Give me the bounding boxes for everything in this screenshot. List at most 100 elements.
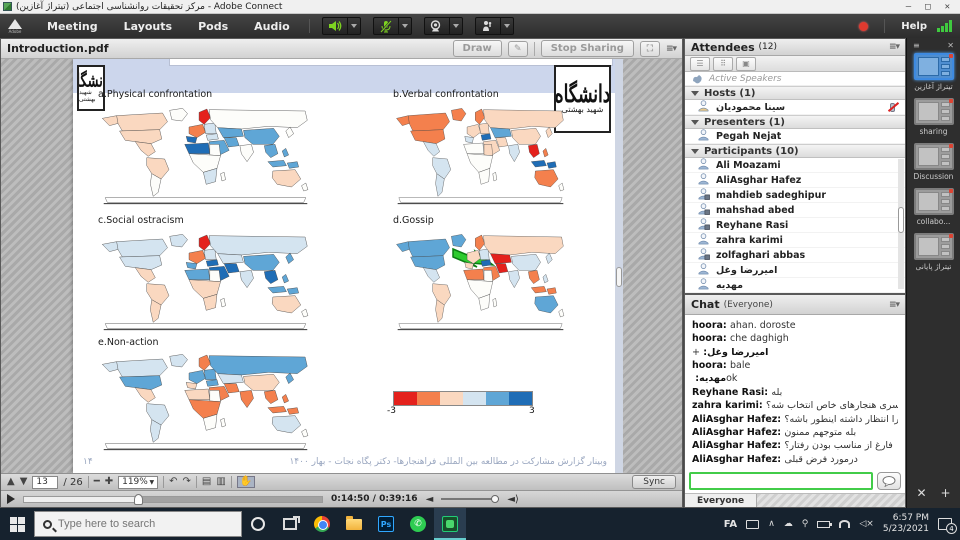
hidden-icons-chevron[interactable]: ∧: [768, 519, 775, 529]
menu-audio[interactable]: Audio: [241, 20, 303, 33]
start-button[interactable]: [0, 508, 34, 540]
attendees-pod-menu-icon[interactable]: ≡▾: [889, 42, 899, 52]
attendee-row[interactable]: zahra karimi: [685, 233, 905, 248]
play-button[interactable]: [7, 494, 15, 504]
attendee-row[interactable]: Ali Moazami: [685, 158, 905, 173]
speaker-button[interactable]: [322, 17, 361, 35]
share-pod-menu-icon[interactable]: ≡▾: [666, 44, 676, 54]
attendee-row[interactable]: مهدیه: [685, 278, 905, 293]
attendee-row[interactable]: سینا محمودیان: [685, 100, 905, 115]
seek-bar[interactable]: [23, 496, 323, 503]
fullscreen-icon[interactable]: ⛶: [640, 41, 660, 57]
layout-item[interactable]: sharing: [907, 98, 960, 136]
sync-button[interactable]: Sync: [632, 475, 676, 489]
zoom-out-icon[interactable]: ━: [94, 477, 100, 487]
battery-icon[interactable]: [817, 521, 830, 528]
microphone-button[interactable]: [373, 17, 412, 35]
connection-strength-icon[interactable]: [937, 20, 952, 32]
minimize-button[interactable]: —: [906, 2, 911, 12]
attendee-group-header[interactable]: Participants (10): [685, 144, 905, 158]
attendee-group-header[interactable]: Hosts (1): [685, 86, 905, 100]
attendee-row[interactable]: AliAsghar Hafez: [685, 173, 905, 188]
send-message-button[interactable]: [877, 472, 901, 490]
menu-pods[interactable]: Pods: [185, 20, 241, 33]
layout-item[interactable]: collabo...: [907, 188, 960, 226]
add-layout-icon[interactable]: +: [941, 486, 951, 500]
chat-sender: hoora:: [692, 333, 730, 344]
taskbar-app-cortana[interactable]: [242, 508, 274, 540]
grid-view-icon[interactable]: ⠿: [713, 57, 733, 71]
chat-input[interactable]: [689, 472, 873, 490]
rail-menu-icon[interactable]: ≡: [913, 41, 920, 50]
microphone-dropdown[interactable]: [399, 17, 412, 35]
help-menu[interactable]: Help: [901, 21, 927, 32]
menu-meeting[interactable]: Meeting: [34, 20, 111, 33]
taskbar-app-photoshop[interactable]: Ps: [370, 508, 402, 540]
raise-hand-dropdown[interactable]: [501, 17, 514, 35]
taskbar-app-adobe-connect[interactable]: [434, 508, 466, 540]
menu-layouts[interactable]: Layouts: [111, 20, 185, 33]
keyboard-icon[interactable]: [746, 520, 759, 529]
layout-thumbnail[interactable]: [914, 143, 954, 170]
pointer-tool-button[interactable]: ✎: [508, 41, 528, 57]
status-view-icon[interactable]: ▣: [736, 57, 756, 71]
layout-thumbnail[interactable]: [914, 53, 954, 80]
taskbar-search[interactable]: [34, 511, 242, 537]
attendee-row[interactable]: mahshad abed: [685, 203, 905, 218]
taskbar-app-whatsapp[interactable]: ✆: [402, 508, 434, 540]
zoom-level-select[interactable]: 119%▼: [118, 476, 158, 489]
chat-pod-menu-icon[interactable]: ≡▾: [889, 300, 899, 310]
two-page-view-icon[interactable]: ▥: [216, 477, 225, 487]
notification-center-icon[interactable]: 4: [938, 518, 952, 530]
webcam-button[interactable]: [424, 17, 463, 35]
layout-thumbnail[interactable]: [914, 98, 954, 125]
webcam-dropdown[interactable]: [450, 17, 463, 35]
delete-layout-icon[interactable]: ✕: [916, 486, 926, 500]
maximize-button[interactable]: □: [925, 2, 930, 12]
speaker-icon[interactable]: ◄⟩: [507, 494, 519, 505]
close-button[interactable]: ✕: [945, 2, 950, 12]
language-indicator[interactable]: FA: [724, 519, 737, 530]
page-up-icon[interactable]: ▲: [7, 477, 15, 487]
seek-handle[interactable]: [134, 494, 143, 505]
tab-everyone[interactable]: Everyone: [685, 494, 757, 507]
layout-item-selected[interactable]: تیتراژ آغازین: [907, 53, 960, 91]
attendees-scrollbar[interactable]: [898, 159, 904, 289]
wifi-icon[interactable]: [839, 520, 850, 528]
stop-sharing-button[interactable]: Stop Sharing: [541, 40, 634, 57]
layout-thumbnail[interactable]: [914, 188, 954, 215]
attendee-row[interactable]: zolfaghari abbas: [685, 248, 905, 263]
document-scrollbar[interactable]: [615, 59, 623, 473]
raise-hand-button[interactable]: [475, 17, 514, 35]
pan-hand-icon[interactable]: ✋: [237, 476, 255, 488]
layout-thumbnail[interactable]: [914, 233, 954, 260]
volume-slider[interactable]: [441, 498, 499, 500]
layout-item[interactable]: تیتراژ پایانی: [907, 233, 960, 271]
rail-close-icon[interactable]: ✕: [947, 41, 954, 50]
onedrive-cloud-icon[interactable]: ☁: [784, 519, 793, 529]
attendee-row[interactable]: mahdieb sadeghipur: [685, 188, 905, 203]
draw-button[interactable]: Draw: [453, 40, 502, 57]
mute-icon[interactable]: ◄: [426, 494, 434, 505]
attendee-row[interactable]: Pegah Nejat: [685, 129, 905, 144]
layout-item[interactable]: Discussion: [907, 143, 960, 181]
search-input[interactable]: [58, 518, 218, 530]
attendee-row[interactable]: Reyhane Rasi: [685, 218, 905, 233]
taskbar-app-task-view[interactable]: [274, 508, 306, 540]
person-icon: [697, 232, 710, 245]
attendee-row[interactable]: امیررضا وغل: [685, 263, 905, 278]
zoom-in-icon[interactable]: ✚: [105, 477, 113, 487]
list-view-icon[interactable]: ☰: [690, 57, 710, 71]
volume-tray-icon[interactable]: ◁×: [859, 519, 873, 529]
attendee-group-header[interactable]: Presenters (1): [685, 115, 905, 129]
page-down-icon[interactable]: ▼: [20, 477, 28, 487]
clock[interactable]: 6:57 PM 5/23/2021: [883, 513, 929, 535]
taskbar-app-file-explorer[interactable]: [338, 508, 370, 540]
speaker-dropdown[interactable]: [348, 17, 361, 35]
taskbar-app-chrome[interactable]: [306, 508, 338, 540]
rotate-left-icon[interactable]: ↶: [169, 477, 177, 487]
microphone-tray-icon[interactable]: ⚲: [802, 519, 809, 529]
page-number-input[interactable]: 13: [32, 476, 58, 489]
single-page-view-icon[interactable]: ▤: [202, 477, 211, 487]
rotate-right-icon[interactable]: ↷: [183, 477, 191, 487]
